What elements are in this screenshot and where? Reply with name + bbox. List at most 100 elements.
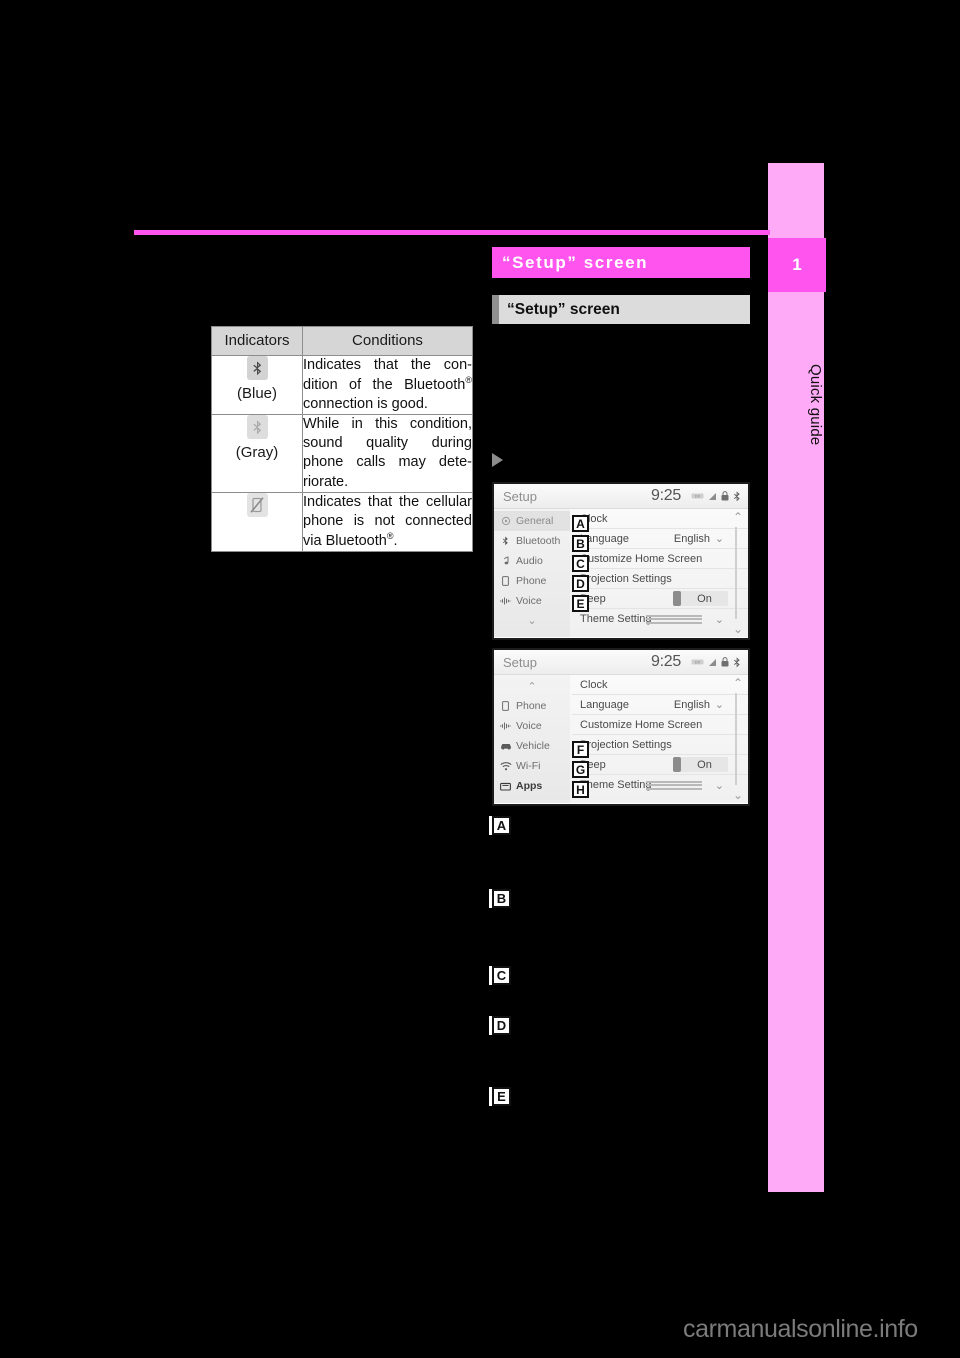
chapter-label: Quick guide <box>807 364 824 446</box>
badge-icon: DX <box>691 658 704 666</box>
list-item-theme-setting[interactable]: Theme Setting ⌄ <box>572 609 748 629</box>
wifi-icon <box>499 761 512 771</box>
list-item-label: Clock <box>580 678 608 691</box>
table-row: (Gray) While in this condition, sound qu… <box>211 414 473 493</box>
subsection-accent-bar <box>492 295 499 324</box>
phone-icon <box>499 701 512 711</box>
chevron-down-icon[interactable]: ⌄ <box>715 698 724 711</box>
callout-badge-g: G <box>572 761 589 778</box>
list-item-label: Language <box>580 532 629 545</box>
scroll-up-icon[interactable]: ⌃ <box>733 510 743 524</box>
sidebar-item-voice[interactable]: Voice <box>494 591 570 611</box>
site-watermark: carmanualsonline.info <box>683 1315 918 1343</box>
toggle-knob <box>673 757 681 772</box>
nav-scroll-down-chevron-icon[interactable]: ⌄ <box>494 611 570 630</box>
beep-toggle[interactable]: On <box>673 591 728 606</box>
nav-scroll-up-chevron-icon[interactable]: ⌃ <box>494 677 570 696</box>
theme-slider-icon[interactable] <box>646 614 702 624</box>
list-scrollbar[interactable] <box>735 527 737 619</box>
sidebar-item-label: Audio <box>516 555 543 567</box>
beep-toggle[interactable]: On <box>673 757 728 772</box>
sidebar-item-general[interactable]: General <box>494 511 570 531</box>
list-item-label: Customize Home Screen <box>580 718 703 731</box>
sidebar-item-phone[interactable]: Phone <box>494 571 570 591</box>
screen-nav-list: ⌃ Phone Voice Vehicle Wi-Fi Apps <box>494 675 570 803</box>
scroll-down-icon[interactable]: ⌄ <box>733 788 743 802</box>
callout-badge-e: E <box>572 595 589 612</box>
page-edge-tab-top <box>768 163 824 238</box>
chevron-down-icon[interactable]: ⌄ <box>715 779 724 792</box>
sidebar-item-label: Phone <box>516 700 547 712</box>
signal-icon <box>708 658 717 667</box>
callout-letter: B <box>492 889 511 908</box>
indicator-cell <box>211 491 303 552</box>
screen-body: ⌃ Phone Voice Vehicle Wi-Fi Apps Clock L… <box>494 675 748 803</box>
sidebar-item-apps[interactable]: Apps <box>494 776 570 796</box>
sidebar-item-vehicle[interactable]: Vehicle <box>494 736 570 756</box>
setup-screen-screenshot-1: Setup 9:25 DX General Bluetooth Audio Ph… <box>492 482 750 640</box>
theme-slider-icon[interactable] <box>646 780 702 790</box>
condition-cell: While in this condition, sound quality d… <box>302 414 473 493</box>
sidebar-item-label: Phone <box>516 575 547 587</box>
column-header-conditions: Conditions <box>302 326 473 356</box>
screen-body: General Bluetooth Audio Phone Voice ⌄ Cl… <box>494 509 748 637</box>
list-item-projection-settings[interactable]: Projection Settings <box>572 735 748 755</box>
chevron-down-icon[interactable]: ⌄ <box>715 532 724 545</box>
sidebar-item-voice[interactable]: Voice <box>494 716 570 736</box>
list-item-beep[interactable]: Beep On <box>572 589 748 609</box>
scroll-down-icon[interactable]: ⌄ <box>733 622 743 636</box>
status-bar: Setup 9:25 DX <box>494 650 748 675</box>
list-item-projection-settings[interactable]: Projection Settings <box>572 569 748 589</box>
sidebar-item-phone[interactable]: Phone <box>494 696 570 716</box>
callout-entry-a: A <box>492 816 747 835</box>
status-bar-title: Setup <box>503 654 537 670</box>
list-scrollbar[interactable] <box>735 693 737 785</box>
condition-cell: Indicates that the con­dition of the Blu… <box>302 354 473 416</box>
indicator-color-label: (Blue) <box>236 384 277 402</box>
bluetooth-icon <box>733 656 741 668</box>
sidebar-item-label: General <box>516 515 554 527</box>
sidebar-item-wifi[interactable]: Wi-Fi <box>494 756 570 776</box>
gear-icon <box>499 516 512 526</box>
toggle-state-label: On <box>697 592 712 605</box>
callout-badge-h: H <box>572 781 589 798</box>
car-icon <box>499 742 512 750</box>
list-item-beep[interactable]: Beep On <box>572 755 748 775</box>
setup-screen-screenshot-2: Setup 9:25 DX ⌃ Phone Voice Vehicle Wi-F… <box>492 648 750 806</box>
list-item-customize-home-screen[interactable]: Customize Home Screen <box>572 549 748 569</box>
list-item-value: English <box>673 532 710 545</box>
subsection-title: “Setup” screen <box>492 295 750 324</box>
status-bar-clock: 9:25 <box>651 653 681 670</box>
status-bar-clock: 9:25 <box>651 487 681 504</box>
callout-entry-d: D <box>492 1016 747 1035</box>
section-title: “Setup” screen <box>492 247 750 278</box>
bluetooth-icon <box>733 490 741 502</box>
indicator-cell: (Gray) <box>211 414 303 493</box>
status-bar-title: Setup <box>503 488 537 504</box>
list-item-theme-setting[interactable]: Theme Setting ⌄ <box>572 775 748 795</box>
chevron-down-icon[interactable]: ⌄ <box>715 613 724 626</box>
svg-text:DX: DX <box>695 494 701 499</box>
phone-disconnected-icon <box>246 492 268 517</box>
callout-badge-d: D <box>572 575 589 592</box>
list-item-customize-home-screen[interactable]: Customize Home Screen <box>572 715 748 735</box>
sidebar-item-label: Voice <box>516 595 542 607</box>
callout-entry-c: C <box>492 966 747 985</box>
phone-icon <box>499 576 512 586</box>
phone-disconnected-icon-wrap <box>212 492 302 519</box>
list-item-clock[interactable]: Clock <box>572 509 748 529</box>
scroll-up-icon[interactable]: ⌃ <box>733 676 743 690</box>
sidebar-item-label: Apps <box>516 780 543 792</box>
sidebar-item-bluetooth[interactable]: Bluetooth <box>494 531 570 551</box>
svg-text:DX: DX <box>695 660 701 665</box>
list-item-clock[interactable]: Clock <box>572 675 748 695</box>
callout-letter: D <box>492 1016 511 1035</box>
header-rule <box>134 230 770 235</box>
toggle-state-label: On <box>697 758 712 771</box>
list-item-language[interactable]: Language English ⌄ <box>572 529 748 549</box>
list-item-label: Projection Settings <box>580 738 672 751</box>
column-header-indicators: Indicators <box>211 326 303 356</box>
list-item-language[interactable]: Language English ⌄ <box>572 695 748 715</box>
settings-list: Clock Language English ⌄ Customize Home … <box>570 675 748 803</box>
sidebar-item-audio[interactable]: Audio <box>494 551 570 571</box>
